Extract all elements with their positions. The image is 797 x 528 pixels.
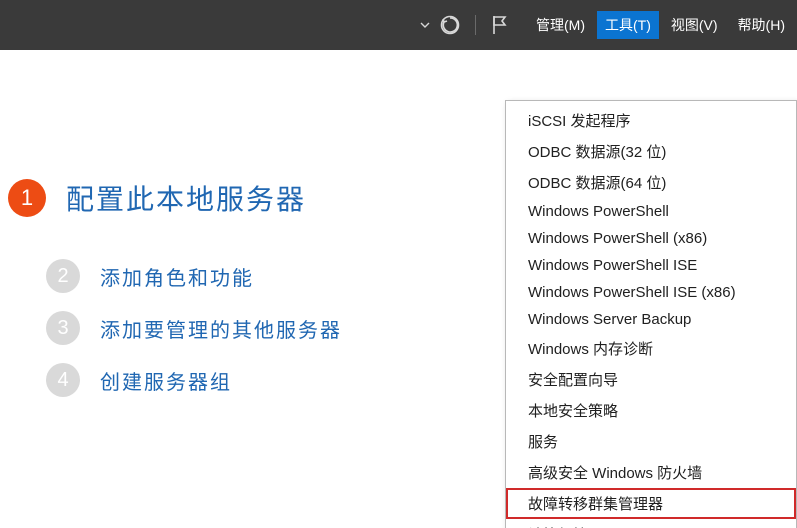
tools-menu-item[interactable]: 安全配置向导 (506, 364, 796, 395)
tools-menu-item[interactable]: iSCSI 发起程序 (506, 105, 796, 136)
topbar-separator (475, 15, 476, 35)
quickstart-step-number: 3 (46, 311, 80, 345)
quickstart-step-number: 2 (46, 259, 80, 293)
top-bar: 管理(M) 工具(T) 视图(V) 帮助(H) (0, 0, 797, 50)
quickstart-step-label: 创建服务器组 (100, 366, 232, 395)
menu-help[interactable]: 帮助(H) (730, 11, 793, 39)
quickstart-step-number: 1 (8, 179, 46, 217)
quickstart-primary[interactable]: 1 配置此本地服务器 (8, 170, 342, 226)
flag-icon[interactable] (490, 14, 510, 36)
tools-menu-item[interactable]: 计算机管理 (506, 519, 796, 528)
menu-tools[interactable]: 工具(T) (597, 11, 659, 39)
menu-view[interactable]: 视图(V) (663, 11, 726, 39)
tools-menu-item[interactable]: ODBC 数据源(64 位) (506, 167, 796, 198)
quickstart-step-label: 添加要管理的其他服务器 (100, 314, 342, 343)
quickstart-step[interactable]: 3 添加要管理的其他服务器 (46, 302, 342, 354)
quickstart-list: 1 配置此本地服务器 2 添加角色和功能 3 添加要管理的其他服务器 4 创建服… (8, 170, 342, 406)
menu-bar: 管理(M) 工具(T) 视图(V) 帮助(H) (528, 11, 797, 39)
tools-menu-item[interactable]: Windows PowerShell (x86) (506, 225, 796, 252)
menu-manage[interactable]: 管理(M) (528, 11, 593, 39)
dropdown-caret-icon[interactable] (419, 19, 431, 31)
tools-menu-item[interactable]: Windows PowerShell ISE (506, 252, 796, 279)
tools-menu-item[interactable]: Windows Server Backup (506, 306, 796, 333)
tools-menu-item[interactable]: Windows PowerShell ISE (x86) (506, 279, 796, 306)
tools-menu-item[interactable]: 高级安全 Windows 防火墙 (506, 457, 796, 488)
tools-menu-item[interactable]: 服务 (506, 426, 796, 457)
quickstart-step[interactable]: 2 添加角色和功能 (46, 250, 342, 302)
quickstart-step-label: 配置此本地服务器 (66, 178, 306, 218)
content-area: 1 配置此本地服务器 2 添加角色和功能 3 添加要管理的其他服务器 4 创建服… (0, 50, 797, 528)
tools-menu-item[interactable]: Windows 内存诊断 (506, 333, 796, 364)
topbar-icon-group (419, 14, 510, 36)
quickstart-step[interactable]: 4 创建服务器组 (46, 354, 342, 406)
tools-menu-item-failover-cluster-manager[interactable]: 故障转移群集管理器 (506, 488, 796, 519)
quickstart-step-number: 4 (46, 363, 80, 397)
tools-dropdown: iSCSI 发起程序 ODBC 数据源(32 位) ODBC 数据源(64 位)… (505, 100, 797, 528)
tools-menu-item[interactable]: Windows PowerShell (506, 198, 796, 225)
tools-menu-item[interactable]: ODBC 数据源(32 位) (506, 136, 796, 167)
tools-menu-item[interactable]: 本地安全策略 (506, 395, 796, 426)
quickstart-step-label: 添加角色和功能 (100, 262, 254, 291)
refresh-icon[interactable] (439, 14, 461, 36)
